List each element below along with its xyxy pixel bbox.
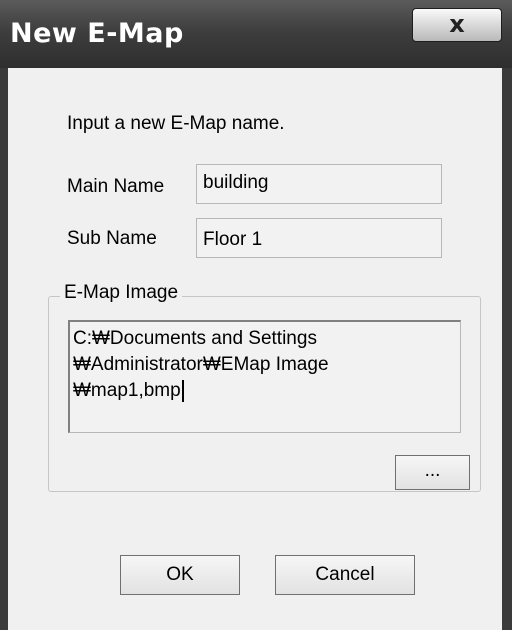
main-name-label: Main Name [67, 176, 165, 197]
image-path-line-2: ₩Administrator₩EMap Image [73, 354, 329, 375]
image-path-line-3: ₩map1,bmp [73, 378, 457, 404]
text-cursor [181, 379, 184, 402]
ok-button[interactable]: OK [120, 555, 240, 595]
sub-name-input[interactable]: Floor 1 [196, 218, 442, 258]
sub-name-label: Sub Name [67, 228, 157, 249]
browse-button[interactable]: ... [395, 455, 470, 490]
window-frame-left [0, 68, 8, 630]
main-name-input[interactable]: building [196, 164, 442, 204]
image-path-textarea[interactable]: C:₩Documents and Settings ₩Administrator… [68, 320, 461, 433]
window-title: New E-Map [10, 18, 184, 49]
image-path-line-1: C:₩Documents and Settings [73, 328, 317, 349]
close-button[interactable]: x [412, 8, 502, 42]
window-frame-right [502, 68, 512, 630]
instruction-text: Input a new E-Map name. [67, 113, 285, 134]
new-emap-dialog: New E-Map x Input a new E-Map name. Main… [0, 0, 512, 630]
cancel-button[interactable]: Cancel [275, 555, 415, 595]
emap-image-group-label: E-Map Image [60, 282, 183, 304]
title-bar[interactable]: New E-Map x [0, 0, 512, 68]
